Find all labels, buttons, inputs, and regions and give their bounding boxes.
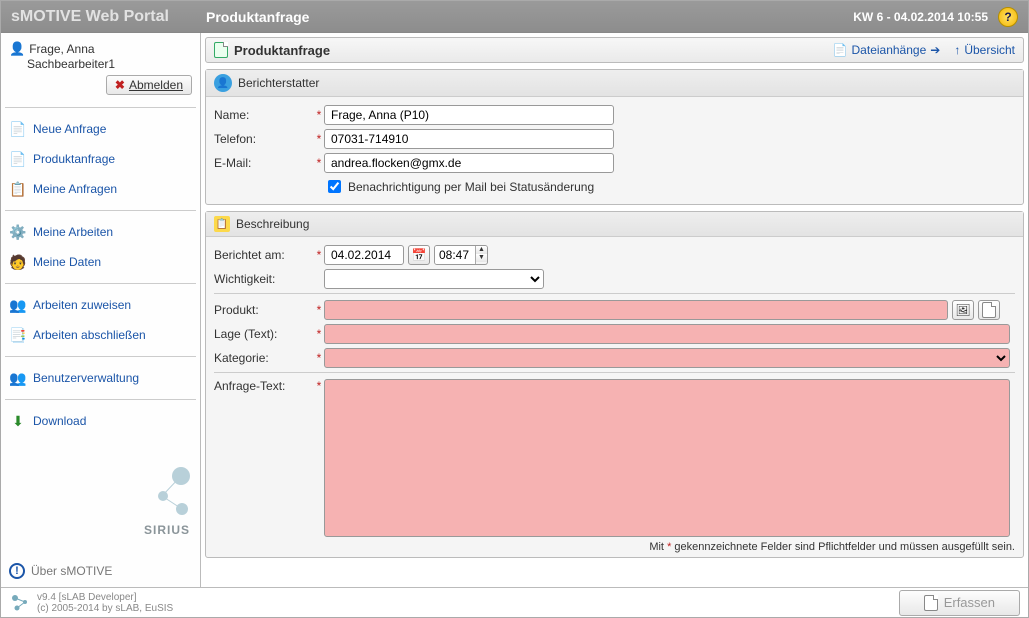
time-up-icon[interactable]: ▲ (476, 246, 487, 254)
name-label: Name: (214, 108, 314, 122)
reported-time-input[interactable] (435, 246, 475, 264)
copyright-text: (c) 2005-2014 by sLAB, EuSIS (37, 603, 173, 614)
reporter-panel: 👤 Berichterstatter Name: * Telefon: * E-… (205, 69, 1024, 205)
product-request-icon: 📄 (9, 150, 27, 168)
user-name: Frage, Anna (29, 42, 94, 56)
footer-logo (9, 592, 31, 614)
complete-icon: 📑 (9, 326, 27, 344)
reporter-heading: Berichterstatter (238, 76, 319, 90)
location-input[interactable] (324, 324, 1010, 344)
product-input[interactable] (324, 300, 948, 320)
text-label: Anfrage-Text: (214, 379, 314, 393)
reported-date-input[interactable] (324, 245, 404, 265)
sirius-logo: SIRIUS (130, 463, 190, 537)
product-picker-icon[interactable]: 🖼 (952, 300, 974, 320)
document-icon (214, 42, 228, 58)
category-label: Kategorie: (214, 351, 314, 365)
version-text: v9.4 [sLAB Developer] (37, 592, 173, 603)
reported-label: Berichtet am: (214, 248, 314, 262)
product-label: Produkt: (214, 303, 314, 317)
sidebar-item-meine-arbeiten[interactable]: ⚙️Meine Arbeiten (5, 217, 196, 247)
sidebar-item-meine-daten[interactable]: 🧑Meine Daten (5, 247, 196, 277)
footer: v9.4 [sLAB Developer] (c) 2005-2014 by s… (1, 587, 1028, 617)
arrow-right-icon: ➔ (930, 43, 940, 57)
users-icon: 👥 (9, 369, 27, 387)
description-icon: 📋 (214, 216, 230, 232)
main-content: Produktanfrage 📄 Dateianhänge ➔ ↑ Übersi… (201, 33, 1028, 587)
close-icon: ✖ (115, 78, 125, 92)
assign-icon: 👥 (9, 296, 27, 314)
notify-checkbox-row[interactable]: Benachrichtigung per Mail bei Statusände… (324, 177, 594, 196)
sidebar-item-neue-anfrage[interactable]: 📄Neue Anfrage (5, 114, 196, 144)
new-request-icon: 📄 (9, 120, 27, 138)
category-select[interactable] (324, 348, 1010, 368)
page-title: Produktanfrage (206, 9, 309, 25)
sidebar-item-produktanfrage[interactable]: 📄Produktanfrage (5, 144, 196, 174)
app-name: sMOTIVE Web Portal (11, 8, 206, 26)
attachment-icon: 📄 (833, 43, 848, 57)
sidebar-item-meine-anfragen[interactable]: 📋Meine Anfragen (5, 174, 196, 204)
gear-icon: ⚙️ (9, 223, 27, 241)
sidebar-item-download[interactable]: ⬇Download (5, 406, 196, 436)
person-icon: 🧑 (9, 253, 27, 271)
user-role: Sachbearbeiter1 (27, 57, 192, 71)
content-title: Produktanfrage (234, 43, 330, 58)
request-text-input[interactable] (324, 379, 1010, 537)
location-label: Lage (Text): (214, 327, 314, 341)
notify-checkbox[interactable] (328, 180, 341, 193)
notify-label: Benachrichtigung per Mail bei Statusände… (348, 180, 594, 194)
overview-link[interactable]: ↑ Übersicht (954, 43, 1015, 57)
user-block: 👤 Frage, Anna Sachbearbeiter1 ✖ Abmelden (5, 39, 196, 101)
app-header: sMOTIVE Web Portal Produktanfrage KW 6 -… (1, 1, 1028, 33)
email-input[interactable] (324, 153, 614, 173)
name-input[interactable] (324, 105, 614, 125)
product-doc-icon[interactable] (978, 300, 1000, 320)
user-icon: 👤 (9, 41, 25, 57)
help-icon[interactable]: ? (998, 7, 1018, 27)
description-panel: 📋 Beschreibung Berichtet am: * 📅 ▲▼ Wich… (205, 211, 1024, 558)
timestamp: KW 6 - 04.02.2014 10:55 (853, 10, 988, 24)
description-heading: Beschreibung (236, 217, 309, 231)
logout-label: Abmelden (129, 78, 183, 92)
sidebar-item-arbeiten-abschliessen[interactable]: 📑Arbeiten abschließen (5, 320, 196, 350)
sidebar: 👤 Frage, Anna Sachbearbeiter1 ✖ Abmelden… (1, 33, 201, 587)
submit-button[interactable]: Erfassen (899, 590, 1020, 616)
calendar-icon[interactable]: 📅 (408, 245, 430, 265)
importance-label: Wichtigkeit: (214, 272, 314, 286)
info-icon: ! (9, 563, 25, 579)
reported-time-spinner[interactable]: ▲▼ (434, 245, 488, 265)
download-icon: ⬇ (9, 412, 27, 430)
logout-button[interactable]: ✖ Abmelden (106, 75, 192, 95)
email-label: E-Mail: (214, 156, 314, 170)
sidebar-item-benutzerverwaltung[interactable]: 👥Benutzerverwaltung (5, 363, 196, 393)
submit-doc-icon (924, 595, 938, 611)
required-hint: Mit * gekennzeichnete Felder sind Pflich… (214, 541, 1015, 553)
my-requests-icon: 📋 (9, 180, 27, 198)
phone-input[interactable] (324, 129, 614, 149)
content-header: Produktanfrage 📄 Dateianhänge ➔ ↑ Übersi… (205, 37, 1024, 63)
phone-label: Telefon: (214, 132, 314, 146)
reporter-icon: 👤 (214, 74, 232, 92)
time-down-icon[interactable]: ▼ (476, 254, 487, 262)
about-link[interactable]: ! Über sMOTIVE (9, 563, 112, 579)
importance-select[interactable] (324, 269, 544, 289)
sidebar-item-arbeiten-zuweisen[interactable]: 👥Arbeiten zuweisen (5, 290, 196, 320)
attachments-link[interactable]: 📄 Dateianhänge ➔ (833, 43, 941, 57)
arrow-up-icon: ↑ (954, 43, 960, 57)
